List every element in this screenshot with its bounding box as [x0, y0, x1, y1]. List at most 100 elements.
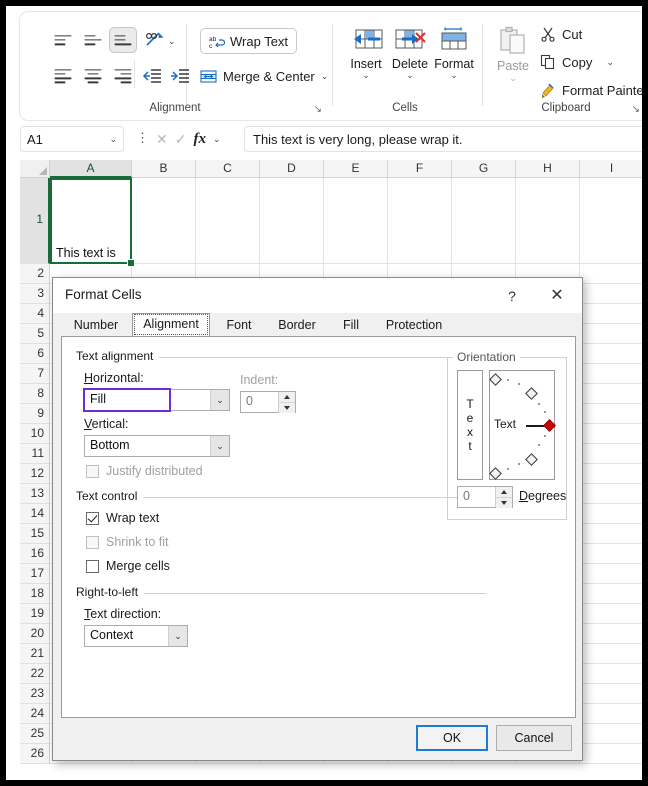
row-header-12[interactable]: 12	[20, 464, 50, 484]
paste-button[interactable]: Paste ⌄	[488, 26, 538, 84]
row-header-5[interactable]: 5	[20, 324, 50, 344]
cancel-button[interactable]: Cancel	[496, 725, 572, 751]
indent-spin-buttons[interactable]	[278, 392, 295, 413]
orientation-chevron-down-icon[interactable]: ⌄	[168, 36, 176, 47]
fill-handle[interactable]	[127, 259, 135, 267]
close-icon[interactable]: ✕	[544, 285, 570, 307]
vertical-combobox[interactable]: Bottom ⌄	[84, 435, 230, 457]
cell-I15[interactable]	[580, 524, 642, 544]
cell-I17[interactable]	[580, 564, 642, 584]
tab-number[interactable]: Number	[62, 315, 130, 337]
help-icon[interactable]: ?	[500, 285, 524, 307]
name-box[interactable]: A1 ⌄	[20, 126, 124, 152]
align-center-icon[interactable]	[80, 64, 106, 88]
copy-button[interactable]: Copy ⌄	[540, 54, 614, 70]
cell-I8[interactable]	[580, 384, 642, 404]
format-cells-button[interactable]: Format ⌄	[428, 26, 480, 80]
row-header-19[interactable]: 19	[20, 604, 50, 624]
row-header-8[interactable]: 8	[20, 384, 50, 404]
indent-spinner[interactable]: 0	[240, 391, 296, 413]
justify-distributed-checkbox[interactable]: Justify distributed	[86, 464, 203, 478]
insert-function-icon[interactable]: fx	[193, 131, 206, 148]
vertical-text-preview[interactable]: T e x t	[457, 370, 483, 480]
cell-I25[interactable]	[580, 724, 642, 744]
ok-button[interactable]: OK	[416, 725, 488, 751]
tab-protection[interactable]: Protection	[376, 315, 452, 337]
row-header-22[interactable]: 22	[20, 664, 50, 684]
row-header-26[interactable]: 26	[20, 744, 50, 764]
row-header-25[interactable]: 25	[20, 724, 50, 744]
cell-I21[interactable]	[580, 644, 642, 664]
confirm-entry-icon[interactable]: ✓	[175, 131, 187, 148]
cell-I13[interactable]	[580, 484, 642, 504]
row-header-21[interactable]: 21	[20, 644, 50, 664]
cancel-entry-icon[interactable]: ✕	[156, 131, 168, 148]
shrink-to-fit-checkbox[interactable]: Shrink to fit	[86, 535, 169, 549]
align-bottom-icon[interactable]	[110, 28, 136, 52]
degrees-spin-buttons[interactable]	[495, 487, 512, 508]
column-header-C[interactable]: C	[196, 160, 260, 178]
row-header-11[interactable]: 11	[20, 444, 50, 464]
cell-I1[interactable]	[580, 178, 642, 264]
clipboard-dialog-launcher-icon[interactable]: ↘	[632, 104, 640, 115]
merge-and-center-button[interactable]: Merge & Center ⌄	[200, 64, 328, 88]
row-header-6[interactable]: 6	[20, 344, 50, 364]
tab-border[interactable]: Border	[268, 315, 326, 337]
orientation-icon[interactable]	[142, 28, 168, 52]
format-painter-button[interactable]: Format Painter	[540, 82, 642, 98]
formula-bar-more-icon[interactable]: ⋮	[136, 130, 149, 146]
orientation-marker-0deg[interactable]	[543, 419, 556, 432]
cell-C1[interactable]	[196, 178, 260, 264]
column-header-G[interactable]: G	[452, 160, 516, 178]
align-middle-icon[interactable]	[80, 28, 106, 52]
cell-D1[interactable]	[260, 178, 324, 264]
degrees-spinner[interactable]: 0	[457, 486, 513, 508]
cell-I11[interactable]	[580, 444, 642, 464]
row-header-3[interactable]: 3	[20, 284, 50, 304]
cell-B1[interactable]	[132, 178, 196, 264]
tab-alignment[interactable]: Alignment	[132, 313, 210, 337]
vertical-chevron-down-icon[interactable]: ⌄	[210, 436, 229, 456]
row-header-16[interactable]: 16	[20, 544, 50, 564]
cell-I20[interactable]	[580, 624, 642, 644]
cut-button[interactable]: Cut	[540, 26, 582, 42]
row-header-18[interactable]: 18	[20, 584, 50, 604]
text-direction-combobox[interactable]: Context ⌄	[84, 625, 188, 647]
cell-H1[interactable]	[516, 178, 580, 264]
align-top-icon[interactable]	[50, 28, 76, 52]
horizontal-chevron-down-icon[interactable]: ⌄	[210, 390, 229, 410]
cell-I5[interactable]	[580, 324, 642, 344]
wrap-text-button[interactable]: ab c Wrap Text	[200, 28, 298, 54]
wrap-text-checkbox[interactable]: Wrap text	[86, 511, 159, 525]
row-header-17[interactable]: 17	[20, 564, 50, 584]
cell-I9[interactable]	[580, 404, 642, 424]
row-header-10[interactable]: 10	[20, 424, 50, 444]
row-header-24[interactable]: 24	[20, 704, 50, 724]
cell-I12[interactable]	[580, 464, 642, 484]
cell-G1[interactable]	[452, 178, 516, 264]
row-header-15[interactable]: 15	[20, 524, 50, 544]
column-header-E[interactable]: E	[324, 160, 388, 178]
cell-I18[interactable]	[580, 584, 642, 604]
row-header-4[interactable]: 4	[20, 304, 50, 324]
row-header-7[interactable]: 7	[20, 364, 50, 384]
row-header-23[interactable]: 23	[20, 684, 50, 704]
row-header-2[interactable]: 2	[20, 264, 50, 284]
orientation-marker-45deg[interactable]	[525, 387, 538, 400]
row-header-13[interactable]: 13	[20, 484, 50, 504]
format-chevron-down-icon[interactable]: ⌄	[428, 71, 480, 80]
cell-I19[interactable]	[580, 604, 642, 624]
column-header-H[interactable]: H	[516, 160, 580, 178]
row-header-9[interactable]: 9	[20, 404, 50, 424]
tab-fill[interactable]: Fill	[328, 315, 374, 337]
text-direction-chevron-down-icon[interactable]: ⌄	[168, 626, 187, 646]
orientation-marker-minus90deg[interactable]	[489, 467, 502, 480]
cell-I22[interactable]	[580, 664, 642, 684]
cell-I14[interactable]	[580, 504, 642, 524]
cell-I24[interactable]	[580, 704, 642, 724]
column-header-B[interactable]: B	[132, 160, 196, 178]
increase-indent-icon[interactable]	[168, 64, 194, 88]
cell-I26[interactable]	[580, 744, 642, 764]
cell-I7[interactable]	[580, 364, 642, 384]
cell-I2[interactable]	[580, 264, 642, 284]
